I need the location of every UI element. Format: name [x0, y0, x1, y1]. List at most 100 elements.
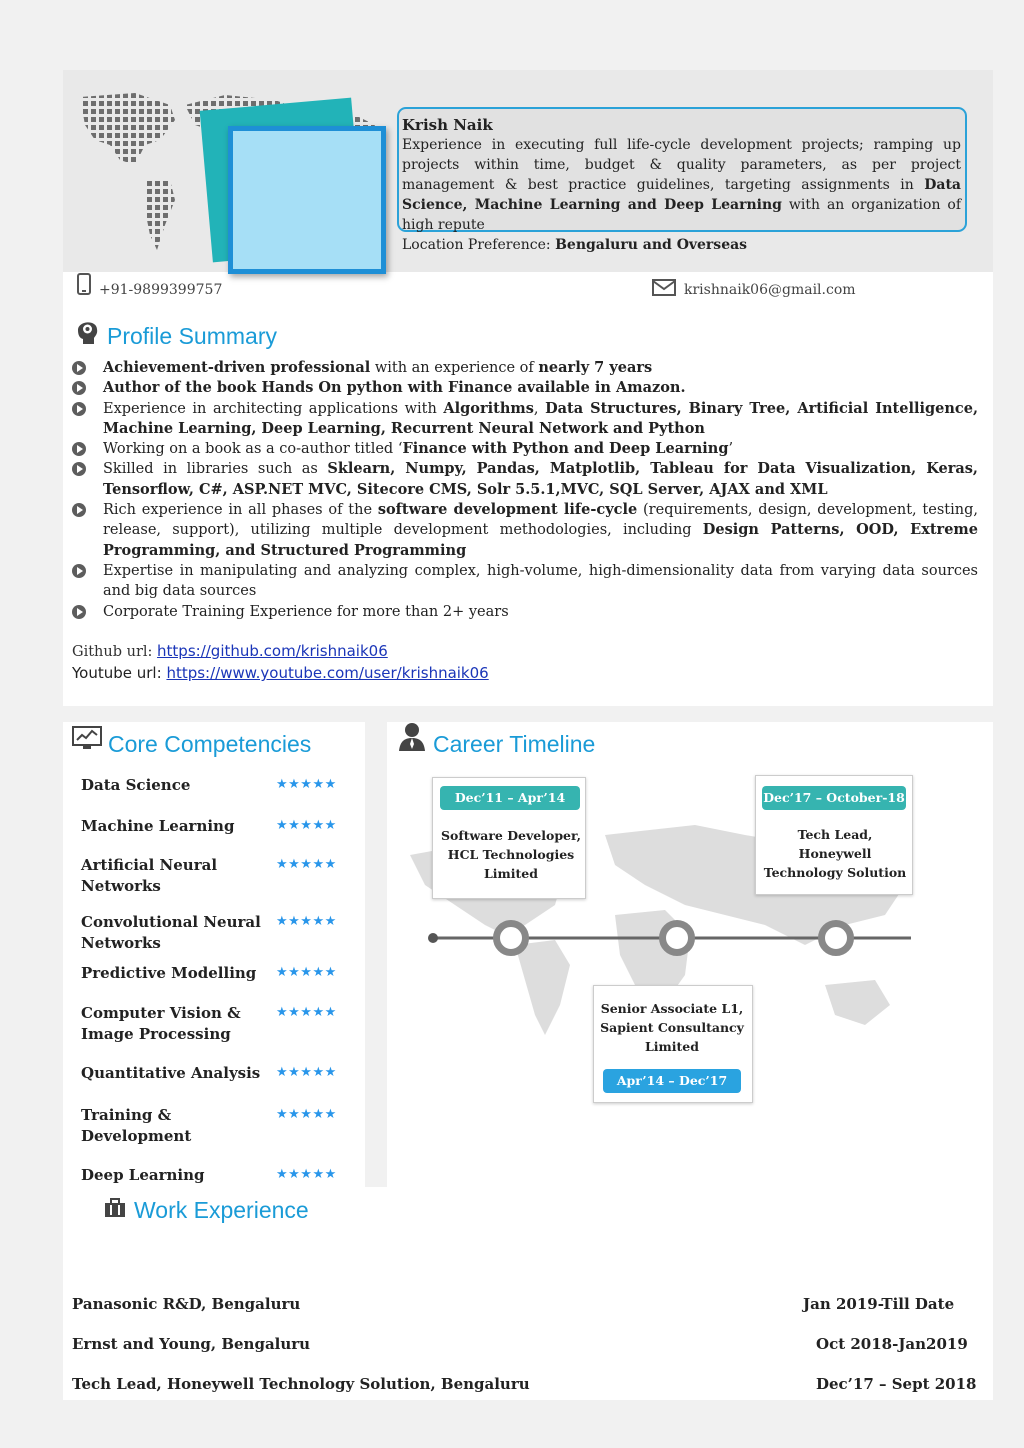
location-value: Bengaluru and Overseas — [555, 237, 748, 253]
work-period: Dec’17 – Sept 2018 — [816, 1375, 977, 1393]
location-label: Location Preference: — [402, 237, 556, 253]
summary-item: Expertise in manipulating and analyzing … — [72, 561, 978, 602]
summary-item: Experience in architecting applications … — [72, 399, 978, 440]
role-line: Limited — [484, 866, 538, 881]
bio-text: Experience in executing full life-cycle … — [402, 135, 961, 235]
timeline-dates-1: Dec’11 – Apr’14 — [440, 786, 580, 810]
competency-label: Quantitative Analysis — [81, 1064, 261, 1082]
work-company: Panasonic R&D, Bengaluru — [72, 1295, 301, 1313]
summary-text: Corporate Training Experience for more t… — [103, 603, 509, 620]
timeline-dates-3: Dec’17 – October-18 — [762, 786, 906, 810]
summary-text: Author of the book Hands On python with … — [103, 379, 686, 397]
bullet-play-icon — [72, 462, 86, 477]
competency-star-rating: ★★★★★ — [276, 1005, 337, 1020]
person-tie-icon — [399, 723, 425, 751]
section-divider — [63, 706, 993, 722]
competency-star-rating: ★★★★★ — [276, 857, 337, 872]
section-title-core-competencies: Core Competencies — [108, 731, 312, 757]
timeline-dates-2: Apr’14 – Dec’17 — [603, 1069, 741, 1093]
youtube-label: Youtube url: — [72, 664, 167, 682]
column-divider — [365, 722, 387, 1187]
briefcase-icon — [105, 1198, 125, 1217]
summary-item: Achievement-driven professional with an … — [72, 358, 978, 378]
competency-label: Computer Vision & Image Processing — [81, 1004, 241, 1043]
monitor-chart-icon — [72, 726, 102, 749]
work-period: Jan 2019-Till Date — [803, 1295, 955, 1313]
profile-summary-list: Achievement-driven professional with an … — [72, 358, 978, 622]
summary-item: Rich experience in all phases of the sof… — [72, 500, 978, 561]
competency-star-rating: ★★★★★ — [276, 818, 337, 833]
timeline-node — [818, 920, 854, 956]
summary-text: Achievement-driven professional — [103, 359, 371, 376]
phone-icon — [77, 273, 91, 295]
role-line: Tech Lead, — [797, 827, 873, 842]
bullet-play-icon — [72, 604, 86, 619]
summary-text: Skilled in libraries such as — [103, 461, 328, 478]
summary-text: Rich experience in all phases of the — [103, 502, 378, 519]
summary-text: ’ — [728, 441, 734, 458]
summary-text: software development life-cycle — [377, 501, 638, 519]
bullet-play-icon — [72, 381, 86, 396]
bullet-play-icon — [72, 442, 86, 457]
role-line: Limited — [645, 1039, 699, 1054]
github-row: Github url: https://github.com/krishnaik… — [72, 642, 388, 660]
section-title-profile-summary: Profile Summary — [107, 323, 277, 349]
role-line: Software Developer, — [440, 828, 582, 843]
summary-text: Working on a book as a co-author titled … — [103, 441, 403, 458]
github-link[interactable]: https://github.com/krishnaik06 — [157, 642, 388, 660]
competency-label: Training & Development — [81, 1106, 192, 1145]
timeline-role-1: Software Developer, HCL Technologies Lim… — [436, 826, 586, 883]
competency-label: Deep Learning — [81, 1166, 205, 1184]
competency-star-rating: ★★★★★ — [276, 965, 337, 980]
email-address[interactable]: krishnaik06@gmail.com — [684, 282, 856, 298]
bullet-play-icon — [72, 563, 86, 578]
head-gear-icon — [78, 322, 98, 344]
summary-item: Author of the book Hands On python with … — [72, 378, 978, 398]
summary-text: Expertise in manipulating and analyzing … — [103, 562, 978, 600]
phone-number[interactable]: +91-9899399757 — [99, 282, 222, 298]
timeline-node — [493, 920, 529, 956]
competency-star-rating: ★★★★★ — [276, 777, 337, 792]
timeline-role-3: Tech Lead, Honeywell Technology Solution — [757, 825, 913, 882]
role-line: Senior Associate L1, — [600, 1001, 744, 1016]
competency-star-rating: ★★★★★ — [276, 914, 337, 929]
section-title-work-experience: Work Experience — [134, 1197, 309, 1223]
competency-star-rating: ★★★★★ — [276, 1065, 337, 1080]
summary-text: Finance with Python and Deep Learning — [402, 440, 729, 458]
summary-text: nearly 7 years — [538, 359, 653, 376]
summary-item: Skilled in libraries such as Sklearn, Nu… — [72, 459, 978, 500]
summary-text: Experience in architecting applications … — [103, 400, 444, 417]
work-company: Ernst and Young, Bengaluru — [72, 1335, 311, 1353]
github-label: Github url: — [72, 644, 158, 660]
bio-part: Experience in executing full life-cycle … — [402, 137, 961, 193]
competency-star-rating: ★★★★★ — [276, 1107, 337, 1122]
location-preference: Location Preference: Bengaluru and Overs… — [402, 235, 961, 255]
competency-label: Convolutional Neural Networks — [81, 913, 261, 952]
competency-label: Artificial Neural Networks — [81, 856, 218, 895]
competency-label: Data Science — [81, 776, 191, 794]
competency-label: Predictive Modelling — [81, 964, 257, 982]
work-period: Oct 2018-Jan2019 — [816, 1335, 968, 1353]
summary-text: , — [533, 400, 546, 417]
bullet-play-icon — [72, 361, 86, 375]
summary-text: with an experience of — [370, 360, 539, 376]
role-line: HCL Technologies — [447, 847, 575, 862]
mail-icon — [652, 279, 676, 296]
bullet-play-icon — [72, 401, 86, 416]
work-company: Tech Lead, Honeywell Technology Solution… — [72, 1375, 530, 1393]
youtube-row: Youtube url: https://www.youtube.com/use… — [72, 664, 489, 682]
summary-item: Working on a book as a co-author titled … — [72, 439, 978, 459]
profile-photo-placeholder — [228, 126, 386, 274]
section-title-career-timeline: Career Timeline — [433, 731, 596, 757]
summary-item: Corporate Training Experience for more t… — [72, 602, 978, 622]
summary-text: Algorithms — [443, 399, 534, 417]
role-line: Honeywell — [798, 846, 872, 861]
bullet-play-icon — [72, 503, 86, 518]
competency-star-rating: ★★★★★ — [276, 1167, 337, 1182]
timeline-node — [659, 920, 695, 956]
timeline-role-2: Senior Associate L1, Sapient Consultancy… — [595, 999, 749, 1056]
role-line: Technology Solution — [763, 865, 907, 880]
competency-label: Machine Learning — [81, 817, 235, 835]
candidate-name: Krish Naik — [402, 116, 493, 134]
youtube-link[interactable]: https://www.youtube.com/user/krishnaik06 — [166, 664, 488, 682]
